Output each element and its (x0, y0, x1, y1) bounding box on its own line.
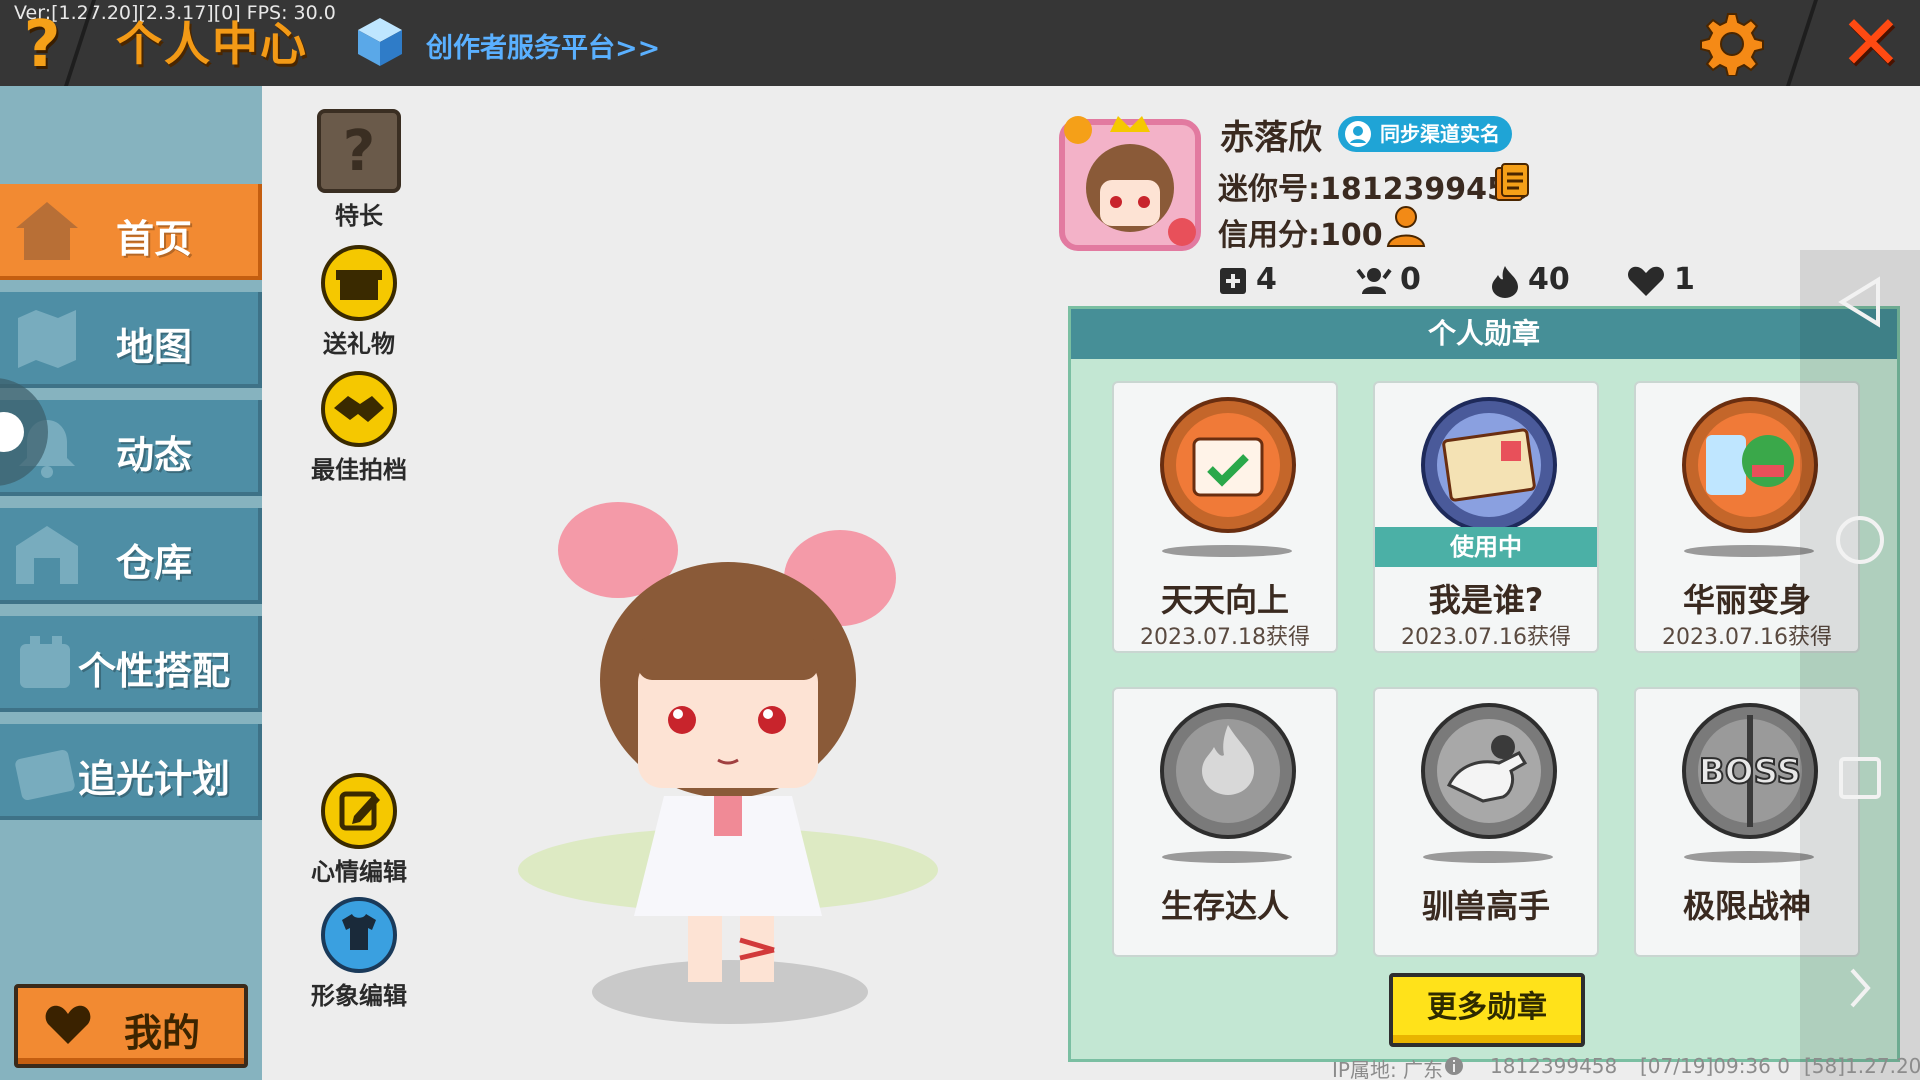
medal-date: 2023.07.16获得 (1401, 625, 1571, 650)
popularity-count: 40 (1528, 262, 1570, 297)
likes-stat[interactable]: 1 (1626, 258, 1695, 302)
heart-icon (45, 1005, 91, 1044)
sidebar-item-home[interactable]: 首页 (0, 184, 262, 280)
creator-platform-link[interactable]: 创作者服务平台>> (426, 26, 660, 65)
medal-date: 2023.07.18获得 (1140, 625, 1310, 650)
flame-icon (1492, 265, 1518, 298)
footer-timestamp: [07/19]09:36 0 (1640, 1054, 1790, 1078)
page-title: 个人中心 (116, 17, 308, 71)
image-edit-button[interactable]: 形象编辑 (304, 896, 414, 1011)
in-use-badge: 使用中 (1375, 527, 1597, 567)
hearts-icon (1627, 266, 1665, 296)
best-partner-label: 最佳拍档 (311, 456, 407, 484)
footer-build: [58]1.27.20 (1804, 1054, 1920, 1078)
medal-shadow (1162, 545, 1292, 557)
sidebar-item-label: 追光计划 (77, 757, 230, 801)
sidebar-item-plan[interactable]: 追光计划 (0, 724, 262, 820)
medal-panel-title: 个人勋章 (1071, 309, 1897, 359)
medal-shadow (1162, 851, 1292, 863)
mine-button[interactable]: 我的 (14, 984, 248, 1068)
friends-count: 4 (1256, 262, 1277, 297)
sync-realname-badge[interactable]: 同步渠道实名 (1338, 116, 1512, 152)
transform-medal-icon (1682, 397, 1818, 533)
home-icon[interactable] (1834, 514, 1886, 566)
copy-icon[interactable] (1494, 162, 1530, 202)
add-friend-icon (1220, 267, 1246, 294)
sidebar-item-label: 动态 (115, 433, 192, 477)
medal-name: 天天向上 (1160, 581, 1289, 619)
sidebar-item-label: 地图 (115, 325, 192, 369)
boss-text: BOSS (1699, 752, 1801, 792)
help-button[interactable]: ? (12, 12, 72, 78)
medal-name: 驯兽高手 (1421, 887, 1550, 925)
fans-icon (1356, 267, 1392, 294)
boss-medal-icon: BOSS (1682, 703, 1818, 839)
medal-shadow (1423, 851, 1553, 863)
image-edit-label: 形象编辑 (311, 982, 407, 1010)
fans-count: 0 (1400, 262, 1421, 297)
mood-edit-label: 心情编辑 (311, 858, 407, 886)
fans-stat[interactable]: 0 (1356, 258, 1421, 302)
sidebar-item-map[interactable]: 地图 (0, 292, 262, 388)
gift-icon (321, 245, 397, 321)
user-check-icon (1345, 121, 1371, 147)
specialty-label: 特长 (335, 202, 383, 230)
friends-stat[interactable]: 4 (1218, 258, 1277, 302)
handshake-icon (321, 371, 397, 447)
back-icon[interactable] (1836, 276, 1884, 328)
medal-card[interactable]: 天天向上 2023.07.18获得 (1112, 381, 1338, 653)
mine-label: 我的 (124, 1011, 201, 1055)
sidebar-item-label: 首页 (115, 217, 192, 261)
sync-badge-label: 同步渠道实名 (1380, 122, 1500, 146)
medal-panel: 个人勋章 天天向上 2023.07.18获得 使用中 我是谁? 2023.07.… (1068, 306, 1900, 1062)
edit-icon (321, 773, 397, 849)
sidebar: 首页 地图 动态 仓库 个性搭配 追光计划 (0, 86, 262, 1080)
avatar[interactable] (1056, 110, 1204, 254)
popularity-stat[interactable]: 40 (1490, 258, 1570, 302)
gear-icon[interactable] (1700, 12, 1764, 76)
question-box-icon: ? (317, 109, 401, 193)
gift-button[interactable]: 送礼物 (304, 244, 414, 359)
more-medals-button[interactable]: 更多勋章 (1389, 973, 1585, 1047)
gift-label: 送礼物 (323, 330, 395, 358)
likes-count: 1 (1674, 262, 1695, 297)
beast-tamer-medal-icon (1421, 703, 1557, 839)
letter-medal-icon (1421, 397, 1557, 533)
calendar-medal-icon (1160, 397, 1296, 533)
credit-score: 信用分:100 (1218, 218, 1383, 253)
top-bar: Ver:[1.27.20][2.3.17][0] FPS: 30.0 ? 个人中… (0, 0, 1920, 86)
sidebar-item-label: 个性搭配 (77, 649, 230, 693)
mood-edit-button[interactable]: 心情编辑 (304, 772, 414, 887)
close-button[interactable]: ✕ (1836, 5, 1906, 81)
sidebar-item-warehouse[interactable]: 仓库 (0, 508, 262, 604)
sidebar-item-label: 仓库 (115, 541, 192, 585)
nickname: 赤落欣 (1220, 118, 1322, 158)
best-partner-button[interactable]: 最佳拍档 (304, 370, 414, 485)
specialty-button[interactable]: ? 特长 (304, 108, 414, 231)
ip-location: IP属地: 广东 (1332, 1058, 1444, 1080)
medal-shadow (1684, 851, 1814, 863)
medal-name: 生存达人 (1160, 887, 1289, 925)
sidebar-item-outfit[interactable]: 个性搭配 (0, 616, 262, 712)
medal-card[interactable]: 使用中 我是谁? 2023.07.16获得 (1373, 381, 1599, 653)
medal-name: 我是谁? (1428, 581, 1544, 619)
shirt-icon (321, 897, 397, 973)
question-mark-text: ? (343, 119, 375, 184)
footer-uid: 1812399458 (1490, 1054, 1618, 1078)
campfire-medal-icon (1160, 703, 1296, 839)
info-icon[interactable] (1444, 1056, 1464, 1076)
credit-user-icon[interactable] (1384, 204, 1428, 248)
medal-card[interactable]: 生存达人 (1112, 687, 1338, 957)
medal-card[interactable]: 驯兽高手 (1373, 687, 1599, 957)
floating-toggle[interactable] (0, 378, 48, 486)
chevron-right-icon[interactable] (1846, 966, 1874, 1010)
mini-id: 迷你号:1812399458 (1218, 172, 1529, 207)
medal-shadow (1684, 545, 1814, 557)
divider (1786, 0, 1818, 86)
recent-apps-icon[interactable] (1838, 756, 1882, 800)
cube-icon[interactable] (356, 16, 404, 68)
player-character[interactable] (518, 500, 978, 1040)
system-nav-bar (1800, 250, 1920, 1080)
